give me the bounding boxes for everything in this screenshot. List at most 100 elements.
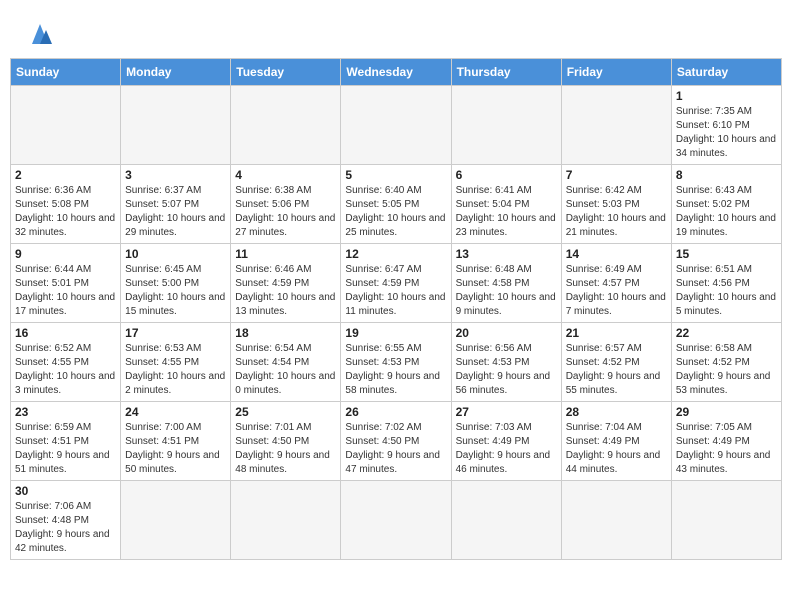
calendar-cell: 8 Sunrise: 6:43 AM Sunset: 5:02 PM Daylig… (671, 165, 781, 244)
calendar-cell: 24Sunrise: 7:00 AM Sunset: 4:51 PM Dayli… (121, 402, 231, 481)
day-info: Sunrise: 6:40 AM Sunset: 5:05 PM Dayligh… (345, 184, 446, 240)
day-of-week-header: Wednesday (341, 59, 451, 86)
day-number: 21 (566, 326, 667, 340)
day-number: 15 (676, 247, 777, 261)
day-info: Sunrise: 6:43 AM Sunset: 5:02 PM Dayligh… (676, 184, 777, 240)
calendar-cell: 9Sunrise: 6:44 AM Sunset: 5:01 PM Daylig… (11, 244, 121, 323)
day-of-week-header: Monday (121, 59, 231, 86)
calendar-cell: 27Sunrise: 7:03 AM Sunset: 4:49 PM Dayli… (451, 402, 561, 481)
calendar-cell: 2 Sunrise: 6:36 AM Sunset: 5:08 PM Daylig… (11, 165, 121, 244)
day-of-week-header: Saturday (671, 59, 781, 86)
logo-icon (24, 20, 56, 48)
calendar-cell (561, 86, 671, 165)
day-info: Sunrise: 6:44 AM Sunset: 5:01 PM Dayligh… (15, 263, 116, 319)
day-number: 26 (345, 405, 446, 419)
calendar-cell (451, 86, 561, 165)
calendar-cell: 17 Sunrise: 6:53 AM Sunset: 4:55 PM Dayli… (121, 323, 231, 402)
day-info: Sunrise: 6:49 AM Sunset: 4:57 PM Dayligh… (566, 263, 667, 319)
day-number: 8 (676, 168, 777, 182)
day-number: 11 (235, 247, 336, 261)
calendar-week-row: 23Sunrise: 6:59 AM Sunset: 4:51 PM Dayli… (11, 402, 782, 481)
day-number: 7 (566, 168, 667, 182)
calendar-week-row: 2 Sunrise: 6:36 AM Sunset: 5:08 PM Daylig… (11, 165, 782, 244)
calendar-week-row: 1 Sunrise: 7:35 AM Sunset: 6:10 PM Daylig… (11, 86, 782, 165)
calendar-cell: 3Sunrise: 6:37 AM Sunset: 5:07 PM Daylig… (121, 165, 231, 244)
day-number: 20 (456, 326, 557, 340)
day-number: 29 (676, 405, 777, 419)
day-of-week-header: Tuesday (231, 59, 341, 86)
calendar-cell (451, 481, 561, 560)
day-number: 4 (235, 168, 336, 182)
day-info: Sunrise: 6:55 AM Sunset: 4:53 PM Dayligh… (345, 342, 446, 398)
day-of-week-header: Friday (561, 59, 671, 86)
calendar-cell: 21Sunrise: 6:57 AM Sunset: 4:52 PM Dayli… (561, 323, 671, 402)
day-number: 16 (15, 326, 116, 340)
day-number: 30 (15, 484, 116, 498)
day-number: 14 (566, 247, 667, 261)
day-number: 2 (15, 168, 116, 182)
day-info: Sunrise: 6:37 AM Sunset: 5:07 PM Dayligh… (125, 184, 226, 240)
day-info: Sunrise: 6:36 AM Sunset: 5:08 PM Dayligh… (15, 184, 116, 240)
calendar-table: SundayMondayTuesdayWednesdayThursdayFrid… (10, 58, 782, 560)
day-info: Sunrise: 6:41 AM Sunset: 5:04 PM Dayligh… (456, 184, 557, 240)
day-info: Sunrise: 7:03 AM Sunset: 4:49 PM Dayligh… (456, 421, 557, 477)
day-number: 24 (125, 405, 226, 419)
day-number: 25 (235, 405, 336, 419)
calendar-cell: 18 Sunrise: 6:54 AM Sunset: 4:54 PM Dayli… (231, 323, 341, 402)
day-info: Sunrise: 6:47 AM Sunset: 4:59 PM Dayligh… (345, 263, 446, 319)
day-number: 1 (676, 89, 777, 103)
day-info: Sunrise: 6:46 AM Sunset: 4:59 PM Dayligh… (235, 263, 336, 319)
day-info: Sunrise: 6:45 AM Sunset: 5:00 PM Dayligh… (125, 263, 226, 319)
calendar-cell: 6 Sunrise: 6:41 AM Sunset: 5:04 PM Daylig… (451, 165, 561, 244)
day-info: Sunrise: 7:01 AM Sunset: 4:50 PM Dayligh… (235, 421, 336, 477)
day-number: 13 (456, 247, 557, 261)
logo (20, 20, 56, 48)
day-number: 19 (345, 326, 446, 340)
day-number: 6 (456, 168, 557, 182)
calendar-week-row: 9Sunrise: 6:44 AM Sunset: 5:01 PM Daylig… (11, 244, 782, 323)
day-info: Sunrise: 6:53 AM Sunset: 4:55 PM Dayligh… (125, 342, 226, 398)
calendar-cell (121, 481, 231, 560)
calendar-cell (561, 481, 671, 560)
day-info: Sunrise: 6:48 AM Sunset: 4:58 PM Dayligh… (456, 263, 557, 319)
calendar-cell: 20 Sunrise: 6:56 AM Sunset: 4:53 PM Dayli… (451, 323, 561, 402)
calendar-cell: 30Sunrise: 7:06 AM Sunset: 4:48 PM Dayli… (11, 481, 121, 560)
calendar-week-row: 30Sunrise: 7:06 AM Sunset: 4:48 PM Dayli… (11, 481, 782, 560)
day-number: 10 (125, 247, 226, 261)
day-number: 23 (15, 405, 116, 419)
calendar-cell: 22Sunrise: 6:58 AM Sunset: 4:52 PM Dayli… (671, 323, 781, 402)
calendar-cell: 15Sunrise: 6:51 AM Sunset: 4:56 PM Dayli… (671, 244, 781, 323)
calendar-cell: 28 Sunrise: 7:04 AM Sunset: 4:49 PM Dayli… (561, 402, 671, 481)
day-info: Sunrise: 6:54 AM Sunset: 4:54 PM Dayligh… (235, 342, 336, 398)
calendar-cell (341, 86, 451, 165)
calendar-cell: 7 Sunrise: 6:42 AM Sunset: 5:03 PM Daylig… (561, 165, 671, 244)
day-number: 17 (125, 326, 226, 340)
calendar-cell: 19 Sunrise: 6:55 AM Sunset: 4:53 PM Dayli… (341, 323, 451, 402)
calendar-cell (11, 86, 121, 165)
day-of-week-header: Sunday (11, 59, 121, 86)
calendar-cell: 1 Sunrise: 7:35 AM Sunset: 6:10 PM Daylig… (671, 86, 781, 165)
calendar-cell: 16Sunrise: 6:52 AM Sunset: 4:55 PM Dayli… (11, 323, 121, 402)
calendar-cell (341, 481, 451, 560)
day-number: 22 (676, 326, 777, 340)
day-info: Sunrise: 6:42 AM Sunset: 5:03 PM Dayligh… (566, 184, 667, 240)
calendar-week-row: 16Sunrise: 6:52 AM Sunset: 4:55 PM Dayli… (11, 323, 782, 402)
day-info: Sunrise: 6:56 AM Sunset: 4:53 PM Dayligh… (456, 342, 557, 398)
day-number: 18 (235, 326, 336, 340)
header (10, 10, 782, 53)
day-info: Sunrise: 7:35 AM Sunset: 6:10 PM Dayligh… (676, 105, 777, 161)
calendar-cell (231, 86, 341, 165)
day-of-week-header: Thursday (451, 59, 561, 86)
calendar-cell: 26Sunrise: 7:02 AM Sunset: 4:50 PM Dayli… (341, 402, 451, 481)
day-info: Sunrise: 7:04 AM Sunset: 4:49 PM Dayligh… (566, 421, 667, 477)
calendar-cell: 23Sunrise: 6:59 AM Sunset: 4:51 PM Dayli… (11, 402, 121, 481)
day-number: 12 (345, 247, 446, 261)
calendar-cell: 13 Sunrise: 6:48 AM Sunset: 4:58 PM Dayli… (451, 244, 561, 323)
calendar-cell: 29Sunrise: 7:05 AM Sunset: 4:49 PM Dayli… (671, 402, 781, 481)
calendar-cell (121, 86, 231, 165)
day-number: 28 (566, 405, 667, 419)
calendar-cell: 11 Sunrise: 6:46 AM Sunset: 4:59 PM Dayli… (231, 244, 341, 323)
calendar-cell: 25 Sunrise: 7:01 AM Sunset: 4:50 PM Dayli… (231, 402, 341, 481)
calendar-cell (671, 481, 781, 560)
calendar-cell: 5Sunrise: 6:40 AM Sunset: 5:05 PM Daylig… (341, 165, 451, 244)
